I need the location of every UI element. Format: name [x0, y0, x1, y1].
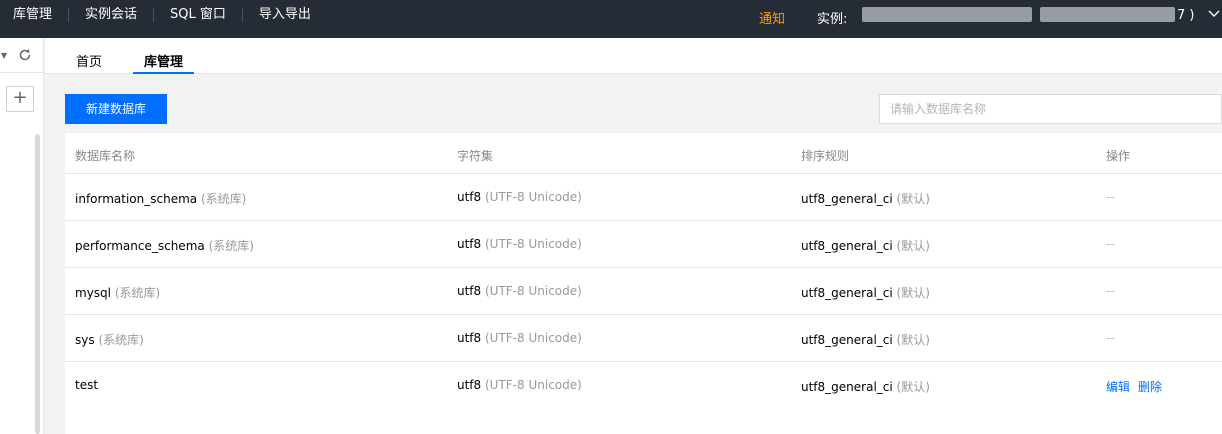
rail-divider — [0, 72, 44, 73]
table-row: mysql (系统库) utf8 (UTF-8 Unicode) utf8_ge… — [65, 268, 1222, 315]
charset-cell: utf8 (UTF-8 Unicode) — [457, 378, 582, 392]
create-database-button[interactable]: 新建数据库 — [65, 94, 167, 124]
database-table: 数据库名称 字符集 排序规则 操作 information_schema (系统… — [65, 133, 1222, 434]
tab-home[interactable]: 首页 — [76, 51, 102, 74]
db-name-cell: test — [75, 378, 99, 392]
collation-cell: utf8_general_ci (默认) — [801, 239, 930, 253]
nav-sql-window[interactable]: SQL 窗口 — [154, 8, 243, 22]
delete-link[interactable]: 删除 — [1138, 380, 1162, 394]
nav-db-management[interactable]: 库管理 — [0, 8, 70, 22]
db-name-cell: sys (系统库) — [75, 333, 144, 347]
header-collation: 排序规则 — [801, 149, 850, 163]
edit-link[interactable]: 编辑 — [1106, 380, 1130, 394]
charset-cell: utf8 (UTF-8 Unicode) — [457, 284, 582, 298]
actions-cell: -- — [1106, 237, 1115, 251]
collation-cell: utf8_general_ci (默认) — [801, 192, 930, 206]
actions-cell: 编辑 删除 — [1106, 378, 1170, 395]
instance-label: 实例: — [817, 12, 848, 27]
actions-cell: -- — [1106, 284, 1115, 298]
refresh-icon[interactable] — [18, 48, 32, 66]
collation-cell: utf8_general_ci (默认) — [801, 286, 930, 300]
actions-cell: -- — [1106, 331, 1115, 345]
top-nav: 库管理 实例会话 SQL 窗口 导入导出 — [0, 0, 327, 30]
caret-down-icon[interactable]: ▼ — [1, 51, 7, 60]
collation-cell: utf8_general_ci (默认) — [801, 380, 930, 394]
chevron-down-icon[interactable] — [1208, 6, 1220, 23]
table-row: sys (系统库) utf8 (UTF-8 Unicode) utf8_gene… — [65, 315, 1222, 362]
header-charset: 字符集 — [457, 149, 494, 163]
db-name-cell: information_schema (系统库) — [75, 192, 247, 206]
db-name-cell: performance_schema (系统库) — [75, 239, 254, 253]
header-db-name: 数据库名称 — [75, 149, 136, 163]
database-search-input[interactable] — [879, 94, 1222, 124]
instance-suffix: 7 ) — [1177, 8, 1195, 23]
rail-scrollbar[interactable] — [35, 134, 40, 434]
charset-cell: utf8 (UTF-8 Unicode) — [457, 190, 582, 204]
db-name-cell: mysql (系统库) — [75, 286, 161, 300]
table-header: 数据库名称 字符集 排序规则 操作 — [65, 133, 1222, 174]
tab-bar: 首页 库管理 — [45, 38, 1222, 74]
instance-id-redacted — [1040, 7, 1175, 22]
tab-db-management[interactable]: 库管理 — [133, 51, 195, 74]
table-row: performance_schema (系统库) utf8 (UTF-8 Uni… — [65, 221, 1222, 268]
left-rail: ▼ + — [0, 38, 44, 434]
table-row: information_schema (系统库) utf8 (UTF-8 Uni… — [65, 174, 1222, 221]
actions-cell: -- — [1106, 190, 1115, 204]
nav-import-export[interactable]: 导入导出 — [243, 8, 327, 22]
collation-cell: utf8_general_ci (默认) — [801, 333, 930, 347]
plus-icon[interactable]: + — [6, 86, 34, 112]
header-actions: 操作 — [1106, 149, 1131, 163]
top-bar: 库管理 实例会话 SQL 窗口 导入导出 通知 实例: 7 ) — [0, 0, 1222, 38]
nav-instance-sessions[interactable]: 实例会话 — [69, 8, 155, 22]
notice-link[interactable]: 通知 — [759, 8, 785, 27]
table-row: test utf8 (UTF-8 Unicode) utf8_general_c… — [65, 362, 1222, 409]
charset-cell: utf8 (UTF-8 Unicode) — [457, 237, 582, 251]
charset-cell: utf8 (UTF-8 Unicode) — [457, 331, 582, 345]
instance-name-redacted — [862, 7, 1032, 22]
